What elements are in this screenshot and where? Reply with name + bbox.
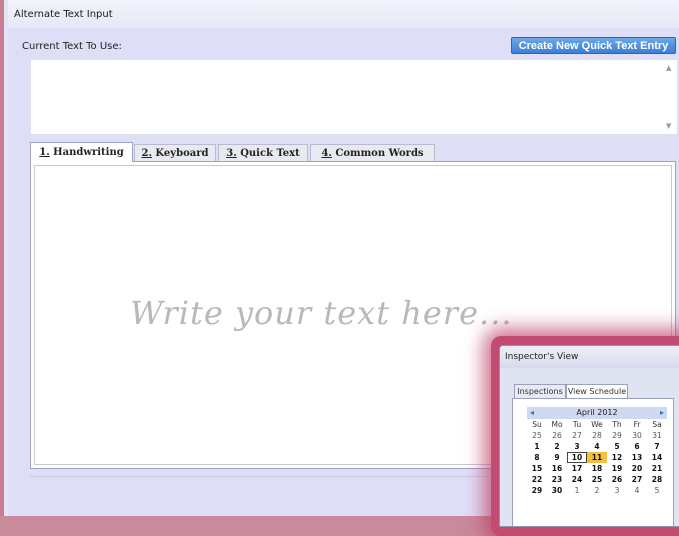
- create-quick-text-button[interactable]: Create New Quick Text Entry: [511, 37, 676, 54]
- calendar-day[interactable]: 1: [567, 485, 587, 496]
- calendar-day[interactable]: 24: [567, 474, 587, 485]
- calendar-day[interactable]: 20: [627, 463, 647, 474]
- tab-common-words-label: Common Words: [331, 148, 424, 159]
- calendar-day[interactable]: 19: [607, 463, 627, 474]
- prev-month-icon[interactable]: ◂: [530, 407, 534, 419]
- calendar-day[interactable]: 10: [567, 452, 587, 463]
- calendar-day[interactable]: 16: [547, 463, 567, 474]
- calendar-day[interactable]: 8: [527, 452, 547, 463]
- calendar-day[interactable]: 3: [567, 441, 587, 452]
- calendar-day[interactable]: 25: [527, 430, 547, 441]
- calendar-day[interactable]: 5: [647, 485, 667, 496]
- weekday-header: Th: [612, 420, 622, 429]
- calendar-day[interactable]: 25: [587, 474, 607, 485]
- calendar-day[interactable]: 29: [527, 485, 547, 496]
- handwriting-placeholder: Write your text here...: [130, 294, 513, 332]
- scroll-down-icon[interactable]: ▼: [666, 122, 671, 130]
- calendar-day[interactable]: 13: [627, 452, 647, 463]
- text-scrollbar[interactable]: ▲ ▼: [663, 60, 677, 134]
- calendar-day[interactable]: 26: [607, 474, 627, 485]
- calendar-day[interactable]: 11: [587, 452, 607, 463]
- weekday-header: Su: [532, 420, 542, 429]
- calendar-day[interactable]: 23: [547, 474, 567, 485]
- calendar-day[interactable]: 4: [587, 441, 607, 452]
- calendar-day[interactable]: 17: [567, 463, 587, 474]
- calendar-day[interactable]: 15: [527, 463, 547, 474]
- calendar-day[interactable]: 18: [587, 463, 607, 474]
- schedule-panel: ◂ April 2012 ▸ Su Mo Tu We Th Fr Sa 25 26 27 28 29 3…: [512, 398, 674, 526]
- calendar-day[interactable]: 28: [647, 474, 667, 485]
- calendar-day[interactable]: 28: [587, 430, 607, 441]
- weekday-header: Tu: [572, 420, 582, 429]
- current-text-label: Current Text To Use:: [22, 41, 122, 52]
- calendar-day[interactable]: 5: [607, 441, 627, 452]
- tab-keyboard[interactable]: 2. Keyboard: [134, 144, 216, 161]
- calendar-day[interactable]: 21: [647, 463, 667, 474]
- current-text-field[interactable]: ▲ ▼: [30, 59, 678, 135]
- calendar-day[interactable]: 3: [607, 485, 627, 496]
- weekday-header: Mo: [551, 420, 563, 429]
- calendar-header: ◂ April 2012 ▸: [527, 407, 667, 419]
- tab-handwriting-label: Handwriting: [49, 147, 124, 158]
- calendar-day[interactable]: 4: [627, 485, 647, 496]
- tab-quick-text-number: 3.: [226, 148, 237, 159]
- calendar-day[interactable]: 30: [627, 430, 647, 441]
- calendar-day[interactable]: 2: [547, 441, 567, 452]
- calendar-day[interactable]: 27: [627, 474, 647, 485]
- tab-keyboard-label: Keyboard: [151, 148, 209, 159]
- inspector-title: Inspector's View: [500, 346, 679, 368]
- calendar-day[interactable]: 27: [567, 430, 587, 441]
- tab-quick-text[interactable]: 3. Quick Text: [218, 144, 308, 161]
- tab-common-words[interactable]: 4. Common Words: [310, 144, 435, 161]
- title-bar: Alternate Text Input: [8, 0, 679, 29]
- weekday-header: We: [591, 420, 603, 429]
- calendar-day[interactable]: 12: [607, 452, 627, 463]
- weekday-header: Sa: [652, 420, 662, 429]
- calendar-day[interactable]: 26: [547, 430, 567, 441]
- calendar-month: April 2012: [576, 408, 618, 417]
- calendar-day[interactable]: 22: [527, 474, 547, 485]
- tab-keyboard-number: 2.: [141, 148, 152, 159]
- tab-quick-text-label: Quick Text: [236, 148, 300, 159]
- calendar-day[interactable]: 2: [587, 485, 607, 496]
- tab-handwriting[interactable]: 1. Handwriting: [30, 142, 133, 162]
- calendar-day[interactable]: 6: [627, 441, 647, 452]
- weekday-header: Fr: [633, 420, 641, 429]
- tab-inspections[interactable]: Inspections: [514, 384, 566, 398]
- calendar: ◂ April 2012 ▸ Su Mo Tu We Th Fr Sa 25 26 27 28 29 3…: [527, 407, 667, 496]
- calendar-day[interactable]: 29: [607, 430, 627, 441]
- calendar-day[interactable]: 9: [547, 452, 567, 463]
- calendar-day[interactable]: 31: [647, 430, 667, 441]
- inspector-window: Inspector's View Inspections View Schedu…: [499, 345, 679, 527]
- calendar-day[interactable]: 30: [547, 485, 567, 496]
- tab-view-schedule[interactable]: View Schedule: [566, 384, 628, 398]
- calendar-day[interactable]: 14: [647, 452, 667, 463]
- calendar-day[interactable]: 7: [647, 441, 667, 452]
- next-month-icon[interactable]: ▸: [660, 407, 664, 419]
- tab-common-words-number: 4.: [321, 148, 332, 159]
- calendar-grid: Su Mo Tu We Th Fr Sa 25 26 27 28 29 30 31 1 2 3 4 5 6 7 8 9 10 1…: [527, 419, 667, 496]
- calendar-day[interactable]: 1: [527, 441, 547, 452]
- tab-handwriting-number: 1.: [39, 147, 50, 158]
- window-title: Alternate Text Input: [14, 9, 113, 20]
- scroll-up-icon[interactable]: ▲: [666, 64, 671, 72]
